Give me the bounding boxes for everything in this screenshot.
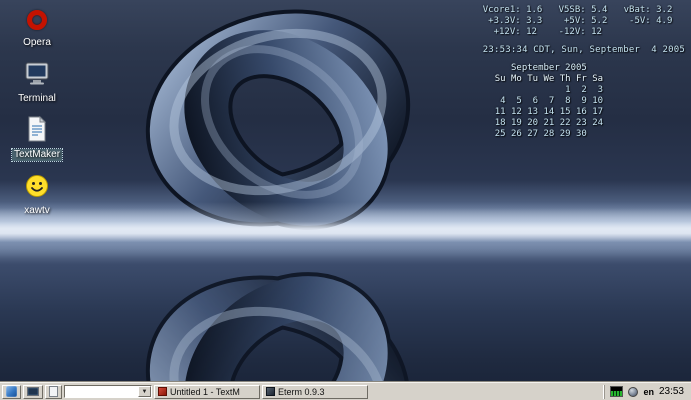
sensor-line: Vcore1: 1.6 V5SB: 5.4 vBat: 3.2 (482, 5, 673, 15)
desktop-icon-column: Opera Terminal TextMaker xawtv (6, 3, 68, 227)
clock-date-line: 23:53:34 CDT, Sun, September 4 2005 (482, 45, 685, 55)
desktop-icon-opera[interactable]: Opera (6, 3, 68, 50)
torus-knot-reflection (128, 252, 428, 400)
desktop-icon-label: TextMaker (10, 148, 64, 162)
tray-status-icon[interactable] (628, 386, 639, 397)
sensor-line: +3.3V: 3.3 +5V: 5.2 -5V: 4.9 (482, 16, 673, 26)
calendar-row: 18 19 20 21 22 23 24 (494, 118, 604, 128)
window-list-dropdown[interactable]: ▼ (64, 385, 152, 398)
cpu-monitor-icon[interactable] (610, 386, 624, 397)
task-button-label: Untitled 1 - TextM (170, 386, 240, 397)
textmaker-task-icon (158, 387, 167, 396)
system-monitor: Vcore1: 1.6 V5SB: 5.4 vBat: 3.2 +3.3V: 3… (483, 5, 685, 140)
eterm-task-icon (266, 387, 275, 396)
calendar-row: 25 26 27 28 29 30 (494, 129, 587, 139)
desktop-icon-label: Terminal (18, 93, 56, 104)
calendar-title: September 2005 (494, 63, 587, 73)
calendar-row: 1 2 3 (494, 85, 604, 95)
terminal-quicklaunch-button[interactable] (23, 384, 43, 399)
editor-quicklaunch-button[interactable] (45, 384, 62, 399)
keyboard-layout-indicator[interactable]: en (643, 387, 654, 397)
task-button-eterm[interactable]: Eterm 0.9.3 (262, 384, 368, 399)
desktop-icon-textmaker[interactable]: TextMaker (6, 115, 68, 162)
document-launcher-icon (49, 386, 58, 397)
chevron-down-icon[interactable]: ▼ (138, 386, 151, 397)
taskbar-clock: 23:53 (658, 386, 684, 397)
terminal-launcher-icon (27, 387, 39, 396)
window-list-value (65, 386, 138, 397)
task-button-textmaker[interactable]: Untitled 1 - TextM (154, 384, 260, 399)
desktop-icon-terminal[interactable]: Terminal (6, 59, 68, 106)
calendar-row: 4 5 6 7 8 9 10 (494, 96, 604, 106)
desktop-icon-xawtv[interactable]: xawtv (6, 171, 68, 218)
smiley-icon (6, 171, 68, 198)
desktop: Opera Terminal TextMaker xawtv Vcore1: 1… (0, 0, 691, 400)
calendar-weekday-header: Su Mo Tu We Th Fr Sa (494, 74, 604, 84)
start-menu-button[interactable] (2, 384, 21, 399)
task-button-label: Eterm 0.9.3 (278, 386, 325, 397)
system-tray: en 23:53 (604, 384, 689, 399)
torus-knot-graphic (128, 0, 428, 250)
sensor-line: +12V: 12 -12V: 12 (482, 27, 602, 37)
taskbar: ▼ Untitled 1 - TextM Eterm 0.9.3 en 23:5… (0, 382, 691, 400)
calendar: September 2005 Su Mo Tu We Th Fr Sa 1 2 … (483, 63, 685, 140)
opera-icon (6, 3, 68, 30)
textmaker-icon (6, 115, 68, 142)
start-menu-icon (6, 386, 17, 397)
desktop-icon-label: xawtv (24, 205, 50, 216)
calendar-row: 11 12 13 14 15 16 17 (494, 107, 604, 117)
terminal-icon (6, 59, 68, 86)
desktop-icon-label: Opera (23, 37, 51, 48)
